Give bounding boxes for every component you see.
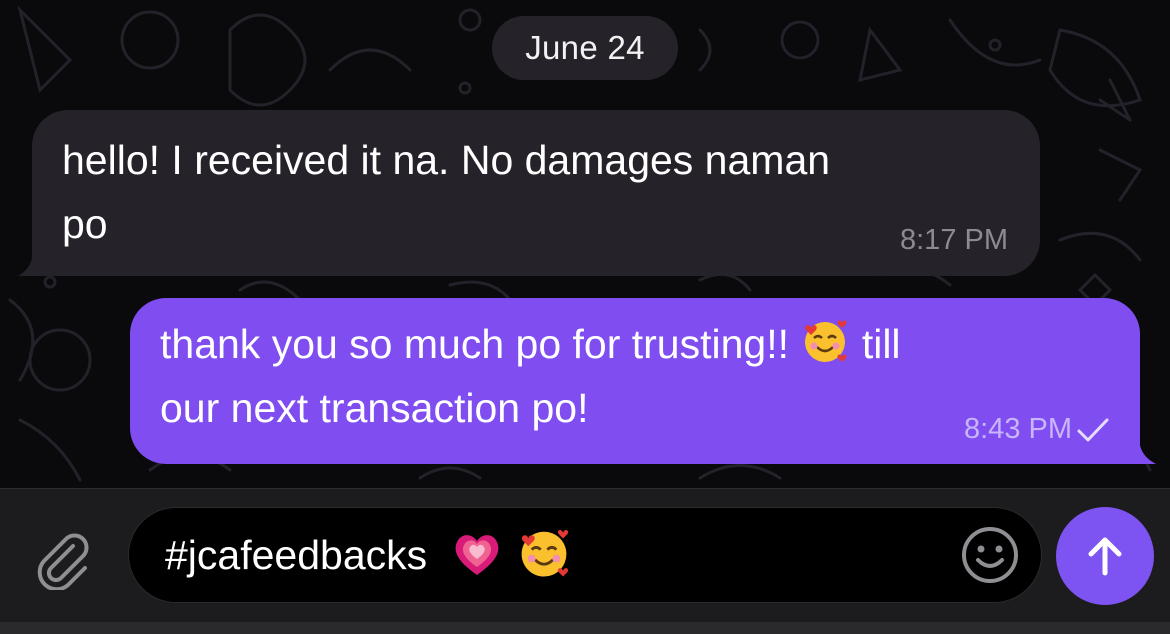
- chat-screen: June 24 hello! I received it na. No dama…: [0, 0, 1170, 634]
- outgoing-bubble-tail: [1124, 432, 1156, 464]
- incoming-message-line-2: po: [62, 201, 108, 247]
- outgoing-message-bubble[interactable]: thank you so much po for trusting!! till…: [130, 298, 1156, 464]
- message-input[interactable]: #jcafeedbacks: [128, 507, 1042, 603]
- incoming-bubble-tail: [18, 244, 48, 276]
- outgoing-message-time: 8:43 PM: [964, 413, 1072, 445]
- outgoing-message-line-1-start: thank you so much po for trusting!!: [160, 321, 789, 367]
- date-separator: June 24: [492, 16, 678, 80]
- growing-heart-icon: [455, 535, 498, 575]
- outgoing-message-line-1-end: till: [861, 321, 901, 367]
- smiling-face-with-hearts-icon: [521, 529, 568, 577]
- send-button[interactable]: [1056, 507, 1154, 605]
- outgoing-message-line-1: thank you so much po for trusting!! till: [160, 312, 1120, 376]
- message-input-text: #jcafeedbacks: [165, 532, 428, 578]
- sticker-emoji-button[interactable]: [959, 524, 1021, 586]
- smiley-outline-icon: [962, 527, 1018, 583]
- message-input-content[interactable]: #jcafeedbacks: [165, 520, 572, 590]
- incoming-message-time: 8:17 PM: [900, 224, 1008, 256]
- sent-check-icon: [1077, 418, 1109, 442]
- paperclip-icon: [37, 533, 89, 590]
- incoming-message-line-1: hello! I received it na. No damages nama…: [62, 137, 831, 183]
- bottom-edge-strip: [0, 622, 1170, 634]
- incoming-message-text: hello! I received it na. No damages nama…: [62, 128, 1022, 256]
- arrow-up-icon: [1088, 537, 1122, 576]
- smiling-face-with-hearts-icon: [805, 320, 847, 362]
- message-composer: #jcafeedbacks: [0, 488, 1170, 634]
- incoming-message-bubble[interactable]: hello! I received it na. No damages nama…: [18, 110, 1040, 276]
- attach-button[interactable]: [24, 519, 104, 599]
